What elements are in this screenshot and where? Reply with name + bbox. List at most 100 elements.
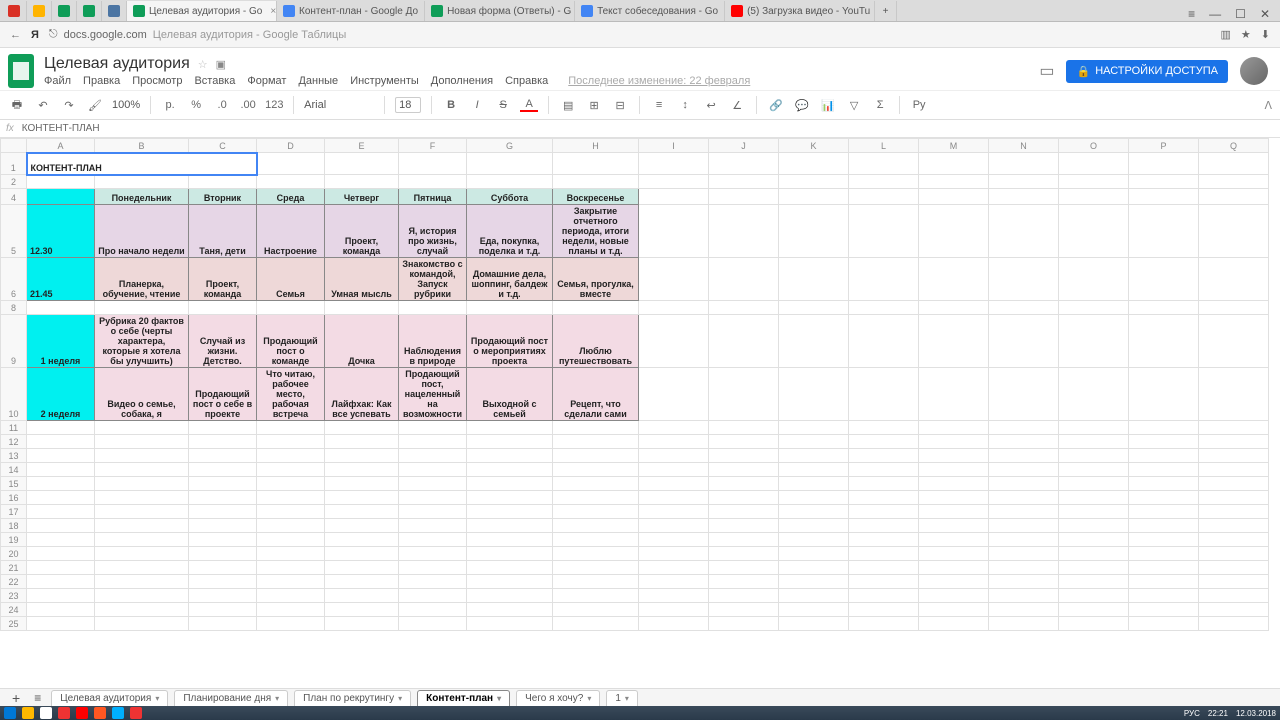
paint-icon[interactable]: 🖌 bbox=[86, 99, 104, 112]
row-header[interactable]: 14 bbox=[1, 463, 27, 477]
row-header[interactable]: 9 bbox=[1, 315, 27, 368]
sheet-tab[interactable]: 1▾ bbox=[606, 690, 638, 706]
row-header[interactable]: 20 bbox=[1, 547, 27, 561]
row-header[interactable]: 13 bbox=[1, 449, 27, 463]
sheet-tab[interactable]: План по рекрутингу▾ bbox=[294, 690, 411, 706]
browser-tab[interactable]: (5) Загрузка видео - YouTu bbox=[725, 1, 875, 21]
browser-tab[interactable] bbox=[102, 1, 127, 21]
cell[interactable]: Еда, покупка, поделка и т.д. bbox=[467, 205, 553, 258]
maximize-icon[interactable]: ☐ bbox=[1235, 7, 1246, 21]
browser-tab-active[interactable]: Целевая аудитория - Go× bbox=[127, 1, 277, 21]
menu-addons[interactable]: Дополнения bbox=[431, 75, 493, 87]
cell[interactable]: Продающий пост о себе в проекте bbox=[189, 368, 257, 421]
tray-date[interactable]: 12.03.2018 bbox=[1236, 709, 1276, 718]
filter-icon[interactable]: ▽ bbox=[845, 99, 863, 112]
url-input[interactable]: ⎋ docs.google.com Целевая аудитория - Go… bbox=[49, 28, 1211, 41]
row-header[interactable]: 1 bbox=[1, 153, 27, 175]
avatar[interactable] bbox=[1240, 57, 1268, 85]
borders-icon[interactable]: ⊞ bbox=[585, 99, 603, 112]
merge-icon[interactable]: ⊟ bbox=[611, 99, 629, 112]
cell[interactable]: Воскресенье bbox=[553, 189, 639, 205]
yandex-icon[interactable]: Я bbox=[31, 29, 39, 41]
cell[interactable]: Выходной с семьей bbox=[467, 368, 553, 421]
cell[interactable]: Случай из жизни. Детство. bbox=[189, 315, 257, 368]
cell[interactable] bbox=[27, 175, 95, 189]
sheets-logo-icon[interactable] bbox=[8, 54, 34, 88]
taskbar-app-icon[interactable] bbox=[58, 707, 70, 719]
taskbar-app-icon[interactable] bbox=[40, 707, 52, 719]
chart-icon[interactable]: 📊 bbox=[819, 99, 837, 112]
print-icon[interactable]: 🖶 bbox=[8, 96, 26, 115]
download-icon[interactable]: ⬇ bbox=[1261, 28, 1270, 41]
favorite-icon[interactable]: ★ bbox=[1241, 28, 1251, 41]
comments-icon[interactable]: ▭ bbox=[1039, 61, 1054, 81]
document-title[interactable]: Целевая аудитория bbox=[44, 55, 190, 73]
browser-tab[interactable] bbox=[27, 1, 52, 21]
functions-icon[interactable]: Σ bbox=[871, 99, 889, 111]
menu-tools[interactable]: Инструменты bbox=[350, 75, 419, 87]
menu-insert[interactable]: Вставка bbox=[194, 75, 235, 87]
col-header[interactable]: O bbox=[1059, 139, 1129, 153]
fx-value[interactable]: КОНТЕНТ-ПЛАН bbox=[22, 123, 100, 134]
row-header[interactable]: 2 bbox=[1, 175, 27, 189]
tray-lang[interactable]: РУС bbox=[1184, 709, 1200, 718]
cell[interactable]: 2 неделя bbox=[27, 368, 95, 421]
input-lang-icon[interactable]: Ру bbox=[910, 99, 928, 111]
row-header[interactable]: 6 bbox=[1, 258, 27, 301]
col-header[interactable]: N bbox=[989, 139, 1059, 153]
sheet-tab[interactable]: Планирование дня▾ bbox=[174, 690, 288, 706]
col-header[interactable]: P bbox=[1129, 139, 1199, 153]
tab-close-icon[interactable]: × bbox=[270, 6, 276, 17]
browser-tab[interactable] bbox=[77, 1, 102, 21]
cell[interactable]: Настроение bbox=[257, 205, 325, 258]
col-header[interactable]: E bbox=[325, 139, 399, 153]
row-header[interactable]: 18 bbox=[1, 519, 27, 533]
browser-tab[interactable]: Контент-план - Google До bbox=[277, 1, 425, 21]
cell[interactable]: Семья bbox=[257, 258, 325, 301]
sheet-grid[interactable]: A B C D E F G H I J K L M N O P Q 1 КОНТ… bbox=[0, 138, 1280, 688]
strike-icon[interactable]: S bbox=[494, 99, 512, 111]
cell[interactable]: Наблюдения в природе bbox=[399, 315, 467, 368]
row-header[interactable]: 5 bbox=[1, 205, 27, 258]
cell[interactable]: 12.30 bbox=[27, 205, 95, 258]
cell[interactable]: Продающий пост о команде bbox=[257, 315, 325, 368]
cell[interactable]: Рецепт, что сделали сами bbox=[553, 368, 639, 421]
cell[interactable]: Рубрика 20 фактов о себе (черты характер… bbox=[95, 315, 189, 368]
cell[interactable]: Среда bbox=[257, 189, 325, 205]
menu-data[interactable]: Данные bbox=[298, 75, 338, 87]
all-sheets-button[interactable]: ≡ bbox=[30, 691, 45, 705]
star-icon[interactable]: ☆ bbox=[198, 58, 208, 71]
col-header[interactable]: H bbox=[553, 139, 639, 153]
cell[interactable]: КОНТЕНТ-ПЛАН bbox=[27, 153, 257, 175]
menu-file[interactable]: Файл bbox=[44, 75, 71, 87]
row-header[interactable]: 22 bbox=[1, 575, 27, 589]
font-select[interactable]: Arial bbox=[304, 99, 374, 111]
row-header[interactable]: 16 bbox=[1, 491, 27, 505]
wrap-icon[interactable]: ↩ bbox=[702, 99, 720, 112]
italic-icon[interactable]: I bbox=[468, 99, 486, 111]
valign-icon[interactable]: ↕ bbox=[676, 99, 694, 111]
sheet-tab[interactable]: Чего я хочу?▾ bbox=[516, 690, 600, 706]
browser-tab[interactable] bbox=[2, 1, 27, 21]
cell[interactable]: Проект, команда bbox=[189, 258, 257, 301]
cell[interactable]: Таня, дети bbox=[189, 205, 257, 258]
cell[interactable]: Семья, прогулка, вместе bbox=[553, 258, 639, 301]
row-header[interactable]: 19 bbox=[1, 533, 27, 547]
font-size-input[interactable]: 18 bbox=[395, 97, 421, 113]
cell[interactable]: Про начало недели bbox=[95, 205, 189, 258]
cell[interactable]: Проект, команда bbox=[325, 205, 399, 258]
row-header[interactable]: 21 bbox=[1, 561, 27, 575]
row-header[interactable]: 8 bbox=[1, 301, 27, 315]
last-edit[interactable]: Последнее изменение: 22 февраля bbox=[568, 75, 750, 87]
link-icon[interactable]: 🔗 bbox=[767, 99, 785, 112]
cell[interactable]: Закрытие отчетного периода, итоги недели… bbox=[553, 205, 639, 258]
cell[interactable]: Дочка bbox=[325, 315, 399, 368]
col-header[interactable]: A bbox=[27, 139, 95, 153]
rotate-icon[interactable]: ∠ bbox=[728, 99, 746, 112]
add-sheet-button[interactable]: + bbox=[8, 690, 24, 706]
back-icon[interactable]: ← bbox=[10, 29, 21, 41]
fill-color-icon[interactable]: ▤ bbox=[559, 99, 577, 112]
taskbar-app-icon[interactable] bbox=[94, 707, 106, 719]
collapse-toolbar-icon[interactable]: ᐱ bbox=[1264, 99, 1272, 112]
col-header[interactable]: G bbox=[467, 139, 553, 153]
